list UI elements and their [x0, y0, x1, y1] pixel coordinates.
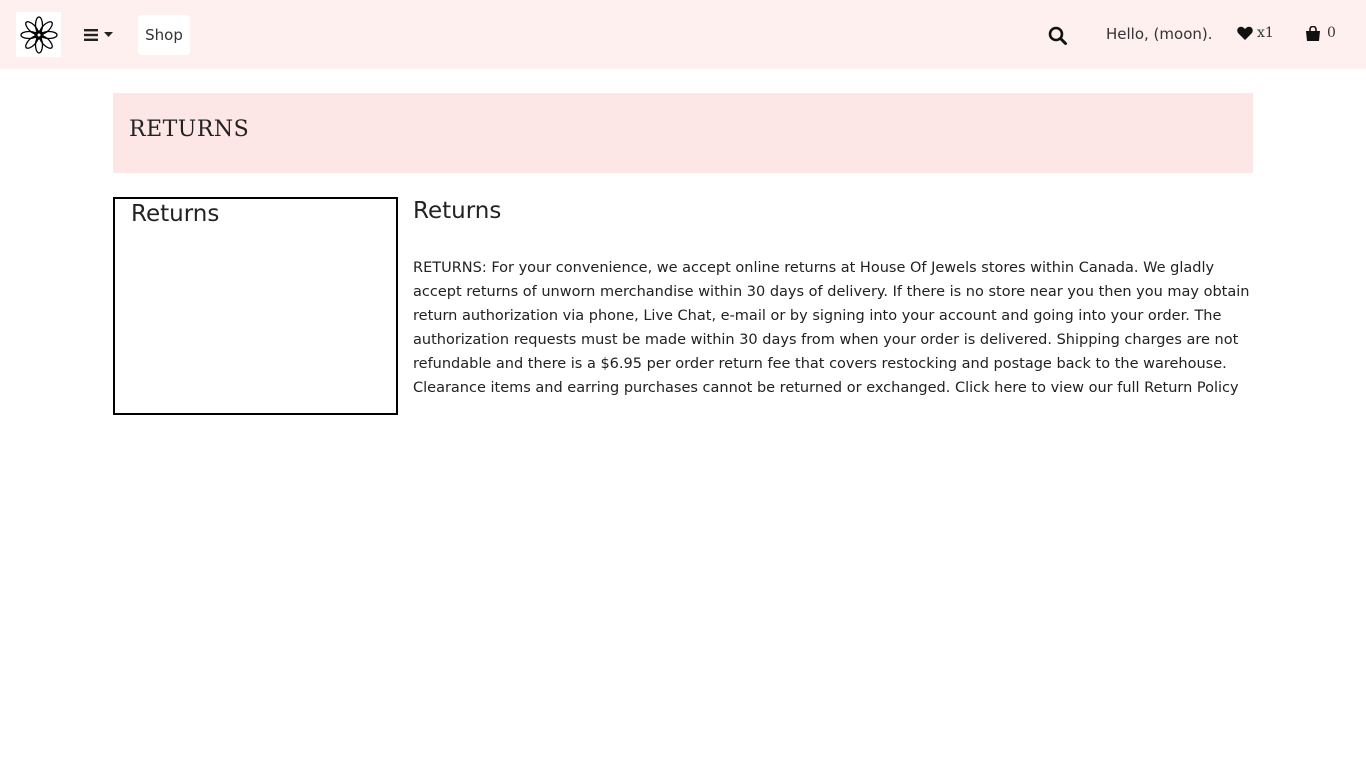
- mandala-logo-icon: [19, 15, 58, 54]
- content-title: Returns: [413, 198, 502, 224]
- menu-toggle-button[interactable]: [84, 20, 126, 50]
- returns-paragraph: RETURNS: For your convenience, we accept…: [413, 256, 1253, 400]
- return-policy-link[interactable]: Click here to view our full Return Polic…: [955, 380, 1239, 396]
- returns-body-text: RETURNS: For your convenience, we accept…: [413, 260, 1250, 396]
- wishlist-count: x1: [1257, 25, 1274, 41]
- cart-count: 0: [1327, 25, 1336, 41]
- shop-link[interactable]: Shop: [138, 15, 190, 55]
- account-greeting[interactable]: Hello, (moon).: [1106, 25, 1213, 43]
- wishlist-button[interactable]: x1: [1237, 25, 1274, 41]
- search-icon: [1048, 26, 1067, 45]
- page-title-banner: RETURNS: [113, 93, 1253, 173]
- cart-button[interactable]: 0: [1305, 25, 1336, 41]
- sidebar-box: Returns: [113, 197, 398, 415]
- hamburger-menu-icon: [84, 29, 98, 41]
- heart-icon: [1237, 26, 1253, 40]
- page-title: RETURNS: [129, 117, 250, 142]
- caret-down-icon: [104, 32, 113, 37]
- sidebar-title: Returns: [131, 201, 220, 227]
- site-header: Shop Hello, (moon). x1 0: [0, 0, 1366, 69]
- search-button[interactable]: [1046, 24, 1070, 48]
- main-content: Returns RETURNS: For your convenience, w…: [413, 197, 1253, 400]
- site-logo[interactable]: [16, 12, 61, 57]
- shopping-bag-icon: [1306, 25, 1320, 41]
